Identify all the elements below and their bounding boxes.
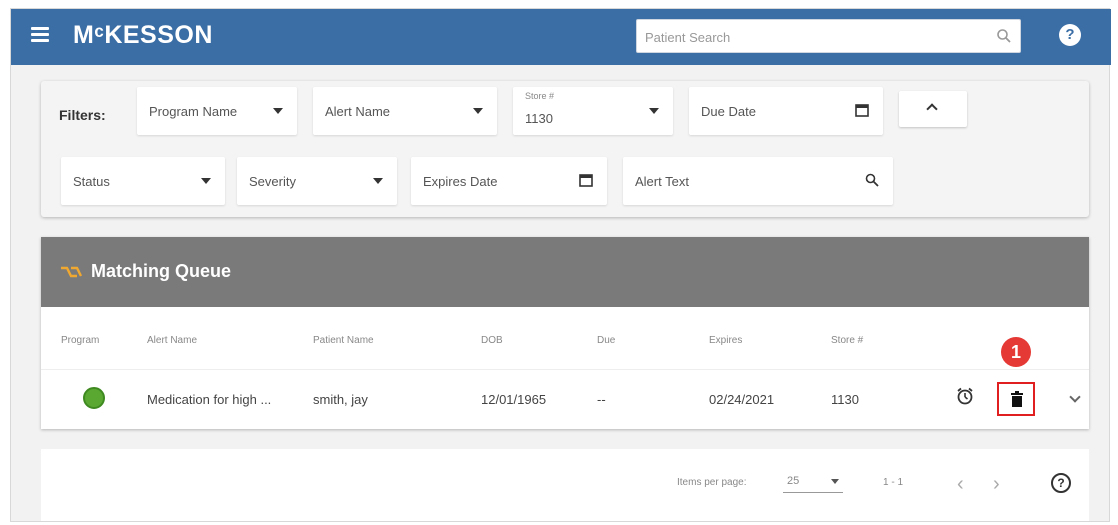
- program-status-icon: [83, 387, 105, 409]
- hamburger-menu-icon[interactable]: [31, 27, 49, 43]
- dropdown-caret-icon: [473, 108, 483, 114]
- chevron-right-icon[interactable]: ›: [993, 474, 1007, 494]
- patient-search-input[interactable]: [645, 26, 985, 48]
- column-header-alert-name[interactable]: Alert Name: [147, 335, 197, 346]
- program-name-select[interactable]: Program Name: [137, 87, 297, 135]
- alarm-icon[interactable]: [955, 386, 975, 406]
- dropdown-caret-icon: [201, 178, 211, 184]
- step-callout-badge: 1: [1001, 337, 1031, 367]
- items-per-page-label: Items per page:: [677, 477, 747, 488]
- store-number-label: Store #: [525, 91, 555, 101]
- row-due: --: [597, 392, 606, 407]
- filters-panel: Filters: Program Name Alert Name Store #…: [41, 81, 1089, 217]
- calendar-icon[interactable]: [855, 103, 869, 117]
- column-header-program[interactable]: Program: [61, 335, 99, 346]
- alert-text-field[interactable]: Alert Text: [623, 157, 893, 205]
- chevron-left-icon[interactable]: ‹: [957, 474, 971, 494]
- severity-select[interactable]: Severity: [237, 157, 397, 205]
- items-per-page-value: 25: [787, 475, 800, 487]
- column-header-patient-name[interactable]: Patient Name: [313, 335, 374, 346]
- search-icon[interactable]: [996, 28, 1012, 44]
- mckesson-logo: MᶜKESSON: [73, 21, 213, 49]
- help-icon[interactable]: ?: [1059, 24, 1081, 46]
- status-select[interactable]: Status: [61, 157, 225, 205]
- calendar-icon[interactable]: [579, 173, 593, 187]
- patient-search-box[interactable]: [636, 19, 1021, 53]
- row-alert-name[interactable]: Medication for high ...: [147, 392, 271, 407]
- queue-icon: [61, 266, 83, 278]
- column-header-dob[interactable]: DOB: [481, 335, 503, 346]
- page-range: 1 - 1: [883, 477, 904, 488]
- search-icon[interactable]: [865, 173, 879, 187]
- help-icon[interactable]: ?: [1051, 473, 1071, 493]
- items-per-page-select[interactable]: 25: [783, 471, 843, 493]
- dropdown-caret-icon: [373, 178, 383, 184]
- matching-queue-card: Matching Queue Program Alert Name Patien…: [41, 237, 1089, 429]
- alert-name-label: Alert Name: [325, 104, 391, 119]
- expires-date-field[interactable]: Expires Date: [411, 157, 607, 205]
- row-expires: 02/24/2021: [709, 392, 775, 407]
- chevron-up-icon: [926, 103, 938, 115]
- dropdown-caret-icon: [273, 108, 283, 114]
- dropdown-caret-icon: [831, 479, 839, 484]
- column-header-expires[interactable]: Expires: [709, 335, 742, 346]
- expires-date-label: Expires Date: [423, 174, 498, 189]
- delete-button[interactable]: [997, 382, 1035, 416]
- column-header-due[interactable]: Due: [597, 335, 615, 346]
- store-number-value: 1130: [525, 111, 553, 126]
- status-label: Status: [73, 174, 110, 189]
- severity-label: Severity: [249, 174, 296, 189]
- row-patient-name[interactable]: smith, jay: [313, 392, 368, 407]
- row-dob: 12/01/1965: [481, 392, 547, 407]
- row-divider: [41, 369, 1089, 370]
- chevron-down-icon[interactable]: [1069, 391, 1081, 403]
- collapse-filters-button[interactable]: [899, 91, 967, 127]
- pagination-bar: Items per page: 25 1 - 1 ‹ › ?: [41, 449, 1089, 521]
- top-header: MᶜKESSON ?: [11, 9, 1111, 65]
- app-frame: MᶜKESSON ? Filters: Program Name Alert N…: [10, 8, 1111, 522]
- queue-header: Matching Queue: [41, 237, 1089, 307]
- dropdown-caret-icon: [649, 108, 659, 114]
- column-header-store[interactable]: Store #: [831, 335, 863, 346]
- row-store: 1130: [831, 392, 859, 407]
- program-name-label: Program Name: [149, 104, 238, 119]
- due-date-label: Due Date: [701, 104, 756, 119]
- due-date-field[interactable]: Due Date: [689, 87, 883, 135]
- trash-icon: [1011, 391, 1023, 407]
- store-number-select[interactable]: Store # 1130: [513, 87, 673, 135]
- alert-name-select[interactable]: Alert Name: [313, 87, 497, 135]
- queue-title: Matching Queue: [91, 261, 232, 281]
- alert-text-label: Alert Text: [635, 174, 689, 189]
- filters-label: Filters:: [59, 107, 106, 123]
